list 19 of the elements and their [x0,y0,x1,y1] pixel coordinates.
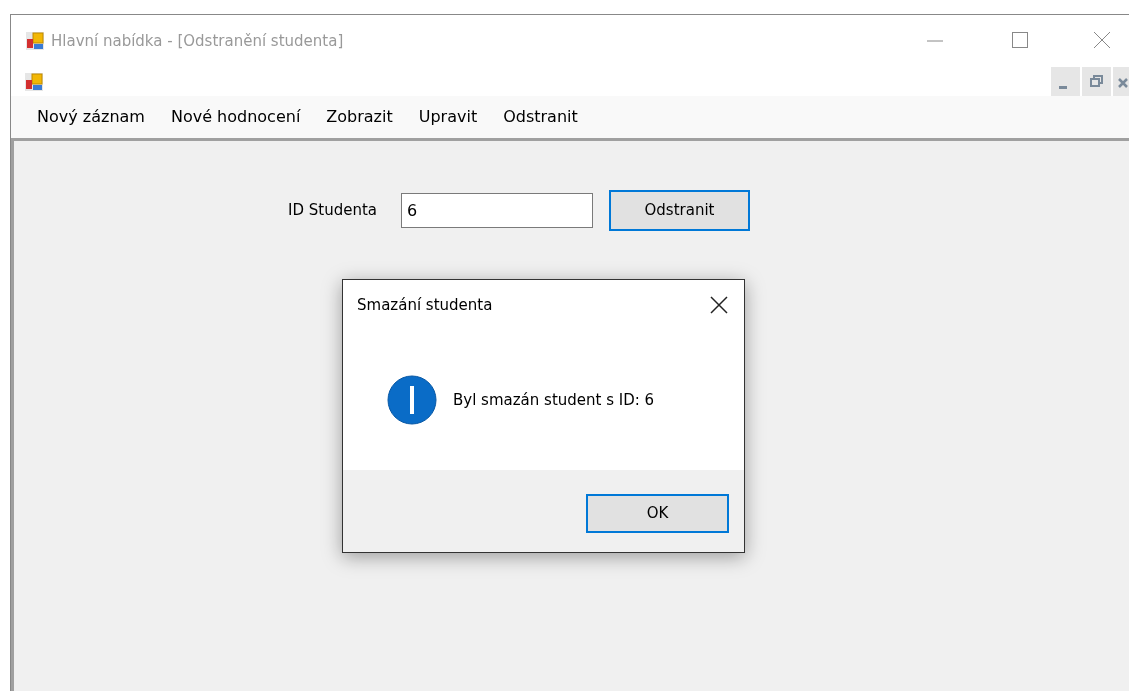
field-label: ID Studenta [288,200,377,222]
menu-item[interactable]: Odstranit [491,103,590,131]
restore-icon[interactable] [1082,67,1111,96]
menu-item[interactable]: Upravit [406,103,490,131]
close-icon[interactable] [710,296,728,314]
dialog-title: Smazání studenta [357,294,493,316]
app-icon [25,31,45,51]
menu-item[interactable]: Zobrazit [314,103,405,131]
minimize-icon[interactable] [1051,67,1080,96]
button[interactable]: OK [586,494,729,533]
maximize-icon[interactable] [1011,31,1029,49]
id-input-field[interactable]: 6 [401,193,593,228]
window-title: Hlavní nabídka - [Odstranění studenta] [51,30,344,52]
app-icon [24,71,44,92]
info-icon [387,375,437,425]
button[interactable]: Odstranit [609,190,750,231]
menu-item[interactable]: Nové hodnocení [158,103,313,131]
dialog-message: Byl smazán student s ID: 6 [453,389,655,411]
menu-item[interactable]: Nový záznam [25,103,157,131]
